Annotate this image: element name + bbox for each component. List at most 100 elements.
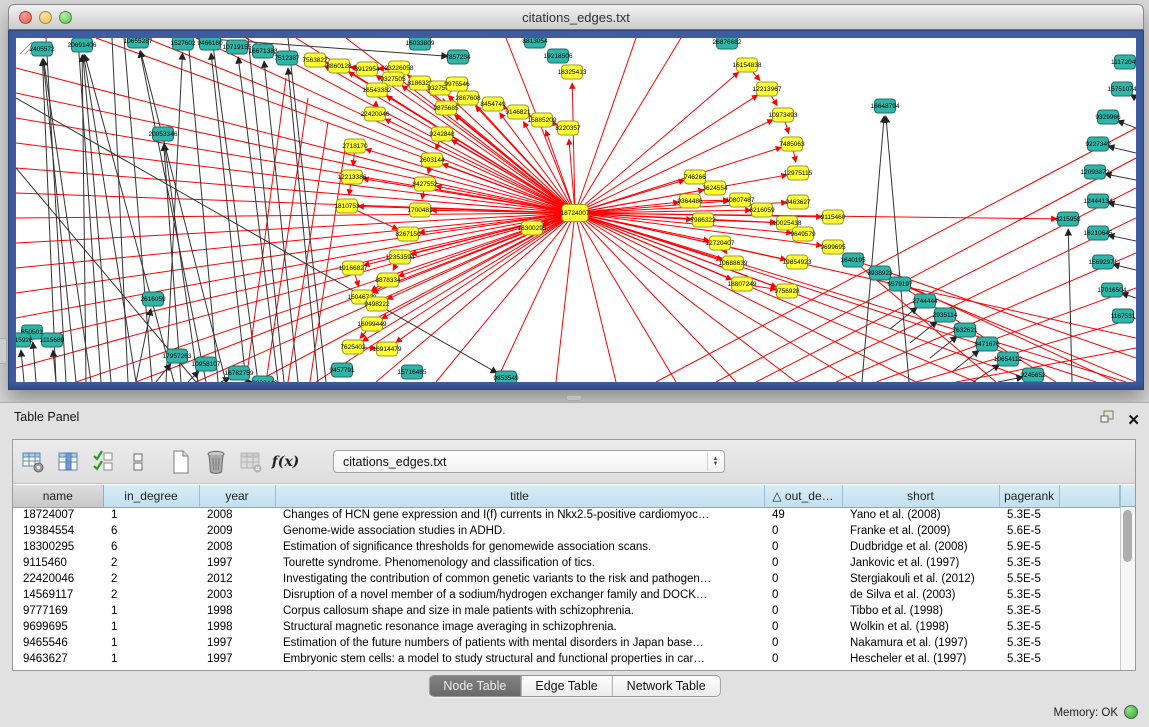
graph-node[interactable]: 12213967 <box>753 82 782 96</box>
cell[interactable]: 0 <box>764 651 842 667</box>
table-row[interactable]: 1456911722003Disruption of a novel membe… <box>13 587 1120 603</box>
cell[interactable]: 49 <box>764 507 842 523</box>
cell[interactable]: 5.9E-5 <box>999 539 1059 555</box>
graph-node[interactable]: 2935114 <box>933 308 958 322</box>
graph-node[interactable]: 18300295 <box>518 221 547 235</box>
cell[interactable]: Estimation of the future numbers of pati… <box>275 635 764 651</box>
graph-node[interactable]: 15716485 <box>398 365 427 379</box>
cell[interactable]: 1 <box>103 603 199 619</box>
graph-node[interactable]: 19218506 <box>544 49 573 63</box>
graph-node[interactable]: 8938923 <box>867 266 893 280</box>
function-builder-icon[interactable]: f(x) <box>272 448 299 475</box>
graph-node[interactable]: 12923448 <box>249 376 278 382</box>
graph-node[interactable]: 12720407 <box>706 236 735 250</box>
close-panel-icon[interactable]: ✕ <box>1127 407 1140 435</box>
graph-node[interactable]: 10958107 <box>192 357 221 371</box>
cell[interactable]: 5.5E-5 <box>999 571 1059 587</box>
tab-network-table[interactable]: Network Table <box>613 676 720 696</box>
cell[interactable]: Structural magnetic resonance image aver… <box>275 619 764 635</box>
cell[interactable]: 14569117 <box>13 587 103 603</box>
graph-node[interactable]: 2744444 <box>912 294 938 308</box>
scrollbar-thumb[interactable] <box>1123 510 1132 562</box>
graph-node[interactable]: 16099449 <box>358 317 387 331</box>
graph-node[interactable]: 1167531 <box>1111 309 1136 323</box>
column-header-pagerank[interactable]: pagerank <box>999 485 1059 507</box>
cell[interactable]: 1 <box>103 619 199 635</box>
graph-node[interactable]: 16210645 <box>1084 226 1113 240</box>
graph-node[interactable]: 7512387 <box>274 51 300 65</box>
column-header-title[interactable]: title <box>275 485 764 507</box>
table-row[interactable]: 1938455462009Genome-wide association stu… <box>13 523 1120 539</box>
cell[interactable]: 0 <box>764 635 842 651</box>
cell[interactable]: 6 <box>103 539 199 555</box>
cell[interactable]: 0 <box>764 587 842 603</box>
graph-node[interactable]: 9466160 <box>197 38 223 50</box>
column-header-out_de[interactable]: △ out_de… <box>764 485 842 507</box>
memory-status-indicator[interactable] <box>1124 705 1138 719</box>
graph-node[interactable]: 12213386 <box>338 170 367 184</box>
table-row[interactable]: 969969511998Structural magnetic resonanc… <box>13 619 1120 635</box>
cell[interactable]: 18724007 <box>13 507 103 523</box>
cell[interactable]: 18300295 <box>13 539 103 555</box>
graph-node[interactable]: 16648794 <box>871 99 900 113</box>
column-header-year[interactable]: year <box>199 485 275 507</box>
graph-node[interactable]: 16033809 <box>406 38 435 50</box>
graph-node[interactable]: 1115689 <box>40 333 65 347</box>
show-column-icon[interactable] <box>54 448 81 475</box>
cell[interactable]: 9115460 <box>13 555 103 571</box>
cell[interactable]: 5.3E-5 <box>999 619 1059 635</box>
cell[interactable]: Wolkin et al. (1998) <box>842 619 999 635</box>
graph-node[interactable]: 9364486 <box>677 194 703 208</box>
graph-node[interactable]: 9498222 <box>364 297 390 311</box>
cell[interactable]: Nakamura et al. (1997) <box>842 635 999 651</box>
graph-node[interactable]: 9329966 <box>1095 110 1121 124</box>
graph-node[interactable]: 12975115 <box>784 166 813 180</box>
graph-node[interactable]: 8215958 <box>1055 212 1081 226</box>
cell[interactable]: 0 <box>764 619 842 635</box>
graph-node[interactable]: 9756928 <box>774 284 800 298</box>
graph-node[interactable]: 10654112 <box>994 352 1023 366</box>
cell[interactable]: 9777169 <box>13 603 103 619</box>
graph-node[interactable]: 746266 <box>684 170 706 184</box>
table-row[interactable]: 1872400712008Changes of HCN gene express… <box>13 507 1120 523</box>
graph-node[interactable]: 2603144 <box>419 153 445 167</box>
graph-node[interactable]: 7857234 <box>445 50 471 64</box>
cell[interactable]: 1 <box>103 651 199 667</box>
cell[interactable]: 1998 <box>199 603 275 619</box>
cell[interactable]: 6 <box>103 523 199 539</box>
table-row[interactable]: 977716911998Corpus callosum shape and si… <box>13 603 1120 619</box>
cell[interactable]: 5.3E-5 <box>999 651 1059 667</box>
graph-node[interactable]: 18724007 <box>561 205 590 222</box>
graph-node[interactable]: 12093872 <box>1081 165 1110 179</box>
graph-node[interactable]: 26876682 <box>713 38 742 49</box>
cell[interactable]: 19384554 <box>13 523 103 539</box>
cell[interactable]: 2008 <box>199 539 275 555</box>
cell[interactable]: 5.3E-5 <box>999 507 1059 523</box>
tab-node-table[interactable]: Node Table <box>429 676 521 696</box>
graph-node[interactable]: 8454749 <box>480 97 506 111</box>
graph-node[interactable]: 8427552 <box>412 177 438 191</box>
graph-node[interactable]: 18807249 <box>728 277 757 291</box>
graph-node[interactable]: 1640195 <box>840 253 866 267</box>
graph-node[interactable]: 10719155 <box>223 40 252 54</box>
graph-node[interactable]: 19166827 <box>339 261 368 275</box>
graph-node[interactable]: 15885209 <box>528 113 557 127</box>
graph-node[interactable]: 9245652 <box>1020 368 1046 382</box>
tab-edge-table[interactable]: Edge Table <box>521 676 612 696</box>
delete-column-icon[interactable] <box>202 448 229 475</box>
graph-node[interactable]: 6579197 <box>887 277 913 291</box>
table-row[interactable]: 2242004622012Investigating the contribut… <box>13 571 1120 587</box>
graph-node[interactable]: 8267150 <box>395 227 421 241</box>
graph-node[interactable]: 2867608 <box>455 91 481 105</box>
graph-node[interactable]: 9699695 <box>820 240 846 254</box>
cell[interactable]: 1 <box>103 507 199 523</box>
graph-node[interactable]: 3624554 <box>702 181 728 195</box>
cell[interactable]: 0 <box>764 571 842 587</box>
graph-node[interactable]: 10688639 <box>719 256 748 270</box>
graph-node[interactable]: 18325413 <box>558 65 587 79</box>
cell[interactable]: Jankovic et al. (1997) <box>842 555 999 571</box>
column-header-name[interactable]: name <box>13 485 103 507</box>
cell[interactable]: 1997 <box>199 635 275 651</box>
graph-node[interactable]: 15751074 <box>1108 82 1136 96</box>
graph-node[interactable]: 16543382 <box>363 83 392 97</box>
